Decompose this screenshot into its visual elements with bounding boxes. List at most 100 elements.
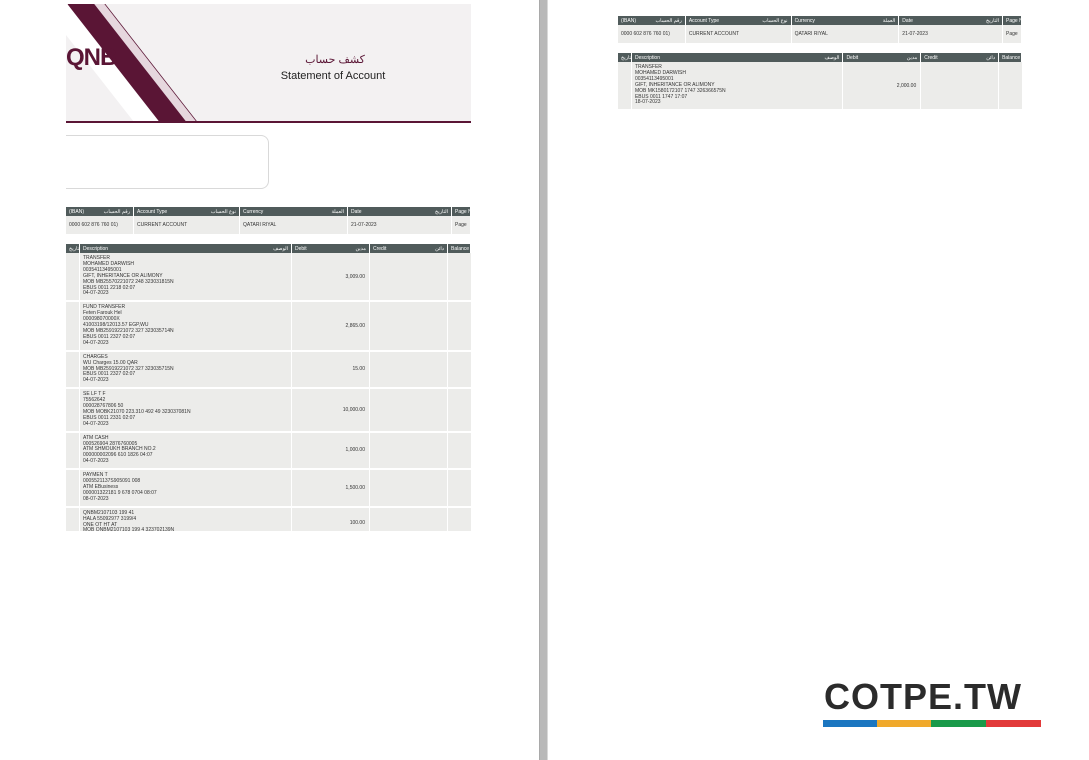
transactions-header-row: التاريخDescription الوصف Debit مدين Credit دا…	[66, 244, 471, 253]
summary-value-cell: Page	[1003, 25, 1022, 43]
document-viewer: QNB كشف حساب Statement of Account (IBAN)…	[0, 0, 1089, 760]
header-label-en: Description	[83, 245, 109, 252]
table-row: CHARGES WU Charges 15.00 QAR MOB MB2591922…	[66, 351, 471, 390]
debit-col-header: Debit مدين	[843, 53, 922, 62]
balance-col-header: Balance	[999, 53, 1022, 62]
header-label-ar: التاريخ	[69, 245, 80, 252]
date-cell	[66, 253, 80, 301]
summary-value-cell: 0000 602 876 760 01)	[66, 216, 134, 234]
description-cell: QNBM2107103 199 41 HALA 55092977 3199/4 ON…	[80, 507, 292, 531]
table-row: PAYMEN T 0005521137S905091 008 ATM EBusine…	[66, 470, 471, 508]
table-row: QNBM2107103 199 41 HALA 55092977 3199/4 ON…	[66, 507, 471, 531]
description-line: 04-07-2023	[83, 339, 109, 346]
description-cell: CHARGES WU Charges 15.00 QAR MOB MB2591922…	[80, 351, 292, 388]
page-gutter	[539, 0, 548, 760]
balance-col-header: Balance	[448, 244, 471, 253]
watermark-bar-1	[823, 720, 877, 727]
header-label-ar: التاريخ	[621, 54, 632, 61]
date-cell	[66, 470, 80, 506]
summary-header-row: (IBAN) رقم الحساب Account Type نوع الحساب Cu…	[66, 207, 471, 216]
table-row: TRANSFER MOHAMED DARWISH 00354113495001 GIF…	[66, 253, 471, 303]
summary-header-cell: Page N	[452, 207, 471, 216]
date-cell	[618, 62, 632, 110]
description-cell: TRANSFER MOHAMED DARWISH 00354113495001 GIF…	[631, 62, 844, 110]
watermark-bar-2	[877, 720, 931, 727]
header-label-ar: نوع الحساب	[210, 208, 236, 215]
header-label-en: Date	[351, 208, 362, 215]
header-label-ar: دائن	[986, 54, 996, 61]
balance-cell	[999, 62, 1022, 110]
description-col-header: Description الوصف	[631, 53, 844, 62]
summary-value-row: 0000 602 876 760 01) CURRENT ACCOUNT QATAR…	[66, 216, 471, 234]
credit-col-header: Credit دائن	[921, 53, 1000, 62]
header-label-ar: التاريخ	[986, 17, 1000, 24]
header-label-en: Balance	[451, 245, 470, 252]
debit-cell: 15.00	[292, 351, 370, 388]
date-cell	[66, 351, 80, 388]
date-cell	[66, 389, 80, 431]
header-label-en: Date	[902, 17, 913, 24]
description-cell: PAYMEN T 0005521137S905091 008 ATM EBusine…	[80, 470, 292, 506]
transactions-table-page-2: التاريخDescription الوصف Debit مدين Credit دا…	[618, 53, 1022, 113]
debit-cell: 1,000.00	[292, 432, 370, 469]
description-line: 18-07-2023	[634, 99, 661, 106]
date-col-header: التاريخ	[618, 53, 632, 62]
header-label-ar: دائن	[435, 245, 444, 252]
header-label-ar: العملة	[331, 208, 344, 215]
description-line: 04-07-2023	[83, 420, 109, 427]
header-band	[66, 4, 471, 121]
header-label-en: Account Type	[688, 17, 720, 24]
header-label-en: Currency	[243, 208, 264, 215]
header-label-en: Description	[634, 54, 660, 61]
summary-value-cell: Page	[452, 216, 471, 234]
description-cell: FUND TRANSFER Feten Farouk Hel 00009807000…	[80, 302, 292, 350]
statement-page-2: (IBAN) رقم الحساب Account Type نوع الحساب Cu…	[548, 0, 1089, 760]
debit-cell: 100.00	[292, 507, 370, 531]
statement-page-1: QNB كشف حساب Statement of Account (IBAN)…	[0, 0, 539, 760]
header-label-en: (IBAN)	[621, 17, 636, 24]
header-label-ar: العملة	[882, 17, 896, 24]
header-label-en: Balance	[1002, 54, 1021, 61]
header-label-en: (IBAN)	[69, 208, 84, 215]
description-cell: ATM CASH 000526904 2876760005 ATM SHMOUKH …	[80, 432, 292, 469]
description-cell: SE LF T F 75562642 000028767806 50 MOB MOBK…	[80, 389, 292, 431]
summary-header-cell: Currency العملة	[240, 207, 348, 216]
account-summary-table: (IBAN) رقم الحساب Account Type نوع الحساب Cu…	[66, 207, 471, 234]
header-label-en: Debit	[846, 54, 859, 61]
header-label-ar: مدين	[355, 245, 366, 252]
credit-cell	[370, 470, 448, 506]
summary-value-cell: QATARI RIYAL	[791, 25, 900, 43]
date-cell	[66, 302, 80, 350]
header-label-ar: الوصف	[273, 245, 288, 252]
summary-header-cell: Account Type نوع الحساب	[134, 207, 240, 216]
balance-cell	[448, 253, 471, 301]
header-label-ar: الوصف	[824, 54, 840, 61]
header-label-ar: نوع الحساب	[762, 17, 788, 24]
watermark-bar-3	[931, 720, 986, 727]
address-box	[66, 135, 269, 189]
summary-header-row: (IBAN) رقم الحساب Account Type نوع الحساب Cu…	[618, 16, 1022, 25]
statement-title: Statement of Account	[280, 70, 386, 82]
watermark-bar-4	[986, 720, 1041, 727]
table-row: ATM CASH 000526904 2876760005 ATM SHMOUKH …	[66, 432, 471, 471]
description-line: MOB QNBM2107103 199 4 323702139N	[83, 527, 175, 531]
balance-cell	[448, 432, 471, 469]
header-label-en: Debit	[295, 245, 307, 252]
header-label-en: Currency	[794, 17, 815, 24]
summary-value-cell: 21-07-2023	[899, 25, 1004, 43]
header-label-en: Credit	[924, 54, 938, 61]
date-cell	[66, 507, 80, 531]
credit-cell	[370, 507, 448, 531]
credit-cell	[370, 253, 448, 301]
summary-value-cell: 21-07-2023	[348, 216, 452, 234]
summary-value-cell: CURRENT ACCOUNT	[134, 216, 240, 234]
table-row: TRANSFER MOHAMED DARWISH 00354113495001 GIF…	[618, 62, 1022, 112]
summary-value-cell: QATARI RIYAL	[240, 216, 348, 234]
debit-col-header: Debit مدين	[292, 244, 370, 253]
transactions-header-row: التاريخDescription الوصف Debit مدين Credit دا…	[618, 53, 1022, 62]
summary-value-cell: 0000 602 876 760 01)	[618, 25, 686, 43]
debit-cell: 2,000.00	[843, 62, 922, 110]
header-label-ar: التاريخ	[435, 208, 448, 215]
header-label-en: Page N	[1006, 17, 1022, 24]
debit-cell: 1,500.00	[292, 470, 370, 506]
